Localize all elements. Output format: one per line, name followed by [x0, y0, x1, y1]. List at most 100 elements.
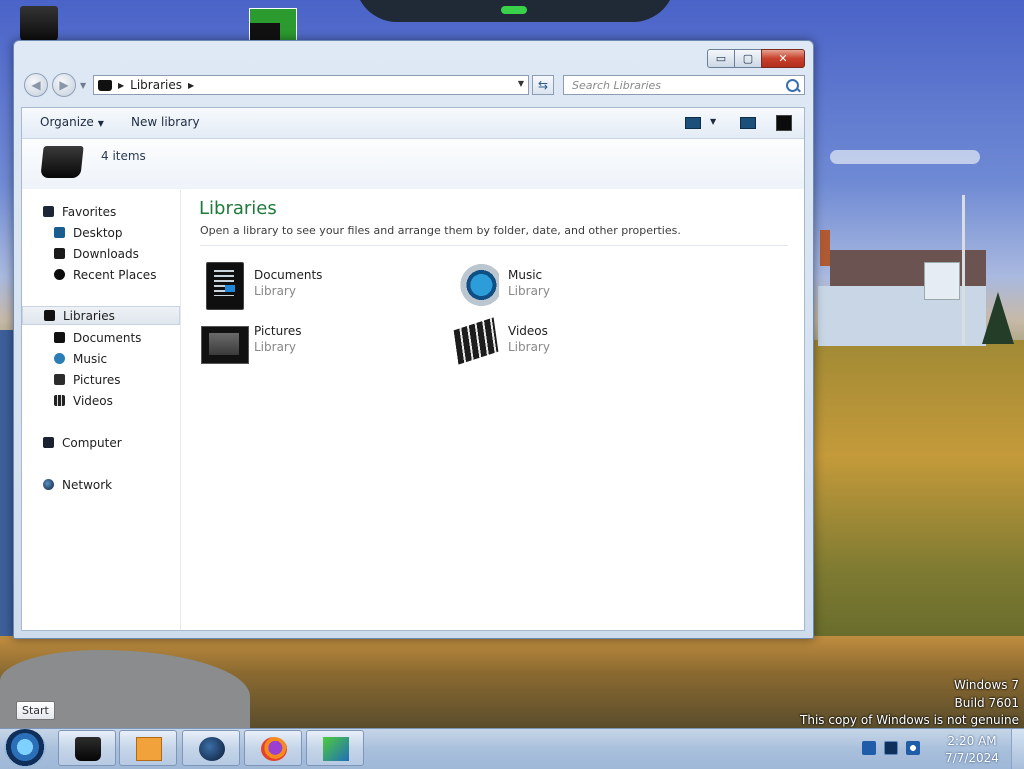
- system-clock[interactable]: 2:20 AM 7/7/2024: [936, 733, 1008, 767]
- new-library-button[interactable]: New library: [131, 115, 200, 129]
- sidebar-item-label: Documents: [73, 330, 142, 345]
- maximize-button[interactable]: ▢: [734, 49, 762, 68]
- breadcrumb-libraries[interactable]: Libraries: [130, 78, 182, 92]
- close-button[interactable]: ✕: [761, 49, 805, 68]
- chevron-down-icon: ▼: [97, 119, 104, 128]
- action-center-icon[interactable]: [862, 741, 876, 755]
- change-view-icon[interactable]: [685, 117, 701, 129]
- desktop-icon: [54, 227, 65, 238]
- start-button[interactable]: [4, 729, 46, 769]
- sidebar-item-computer[interactable]: Computer: [22, 433, 180, 452]
- taskbar-globe-button[interactable]: [182, 730, 240, 766]
- library-name: Videos: [508, 324, 548, 338]
- forward-arrow-icon: ▶: [59, 78, 69, 92]
- taskbar-media-player-button[interactable]: [119, 730, 177, 766]
- wallpaper-tree: [982, 292, 1014, 344]
- sidebar-item-documents[interactable]: Documents: [22, 328, 180, 347]
- dock-indicator: [501, 6, 527, 14]
- back-button[interactable]: ◀: [24, 73, 48, 97]
- address-bar[interactable]: ▶ Libraries ▶ ▼: [93, 75, 529, 95]
- back-arrow-icon: ◀: [31, 78, 41, 92]
- preview-pane-icon[interactable]: [740, 117, 756, 129]
- wallpaper-flagpole: [962, 195, 965, 345]
- library-type: Library: [254, 340, 296, 354]
- search-icon[interactable]: [786, 79, 799, 92]
- sidebar-item-libraries[interactable]: Libraries: [22, 306, 180, 325]
- wallpaper-cloud: [830, 150, 980, 164]
- organize-button[interactable]: Organize ▼: [40, 115, 104, 129]
- sidebar-item-favorites[interactable]: Favorites: [22, 202, 180, 221]
- videos-library-icon: [453, 317, 499, 365]
- media-player-icon: [136, 737, 162, 761]
- sidebar-item-label: Desktop: [73, 225, 123, 240]
- navigation-bar: ◀ ▶ ▼ ▶ Libraries ▶ ▼ ⇆: [22, 73, 807, 99]
- divider: [200, 245, 788, 246]
- library-type: Library: [508, 284, 550, 298]
- network-icon: [43, 479, 54, 490]
- refresh-button[interactable]: ⇆: [532, 75, 554, 95]
- help-icon[interactable]: [776, 115, 792, 131]
- start-tooltip: Start: [16, 701, 55, 720]
- sidebar-item-music[interactable]: Music: [22, 349, 180, 368]
- documents-icon: [54, 332, 65, 343]
- network-tray-icon[interactable]: [884, 741, 898, 755]
- house-chimney: [820, 230, 830, 266]
- search-box[interactable]: [563, 75, 805, 95]
- volume-icon[interactable]: [906, 741, 920, 755]
- sidebar-item-desktop[interactable]: Desktop: [22, 223, 180, 242]
- sidebar-item-label: Pictures: [73, 372, 121, 387]
- library-pictures[interactable]: Pictures Library: [201, 318, 421, 368]
- libraries-small-icon: [98, 79, 112, 91]
- taskbar-explorer-button[interactable]: [58, 730, 116, 766]
- recent-pages-dropdown[interactable]: ▼: [80, 81, 86, 90]
- taskbar: 2:20 AM 7/7/2024: [0, 728, 1024, 769]
- top-dock-widget[interactable]: [355, 0, 675, 22]
- page-description: Open a library to see your files and arr…: [200, 224, 681, 237]
- minimize-button[interactable]: ▭: [707, 49, 735, 68]
- pictures-icon: [54, 374, 65, 385]
- watermark-build: Build 7601: [954, 695, 1019, 710]
- music-library-icon: [455, 262, 499, 308]
- title-bar[interactable]: ▭ ▢ ✕: [14, 41, 813, 69]
- forward-button[interactable]: ▶: [52, 73, 76, 97]
- show-desktop-button[interactable]: [1011, 729, 1024, 769]
- sidebar-item-label: Libraries: [63, 308, 115, 323]
- sidebar-item-pictures[interactable]: Pictures: [22, 370, 180, 389]
- sidebar-item-videos[interactable]: Videos: [22, 391, 180, 410]
- breadcrumb-chevron-icon[interactable]: ▶: [188, 81, 194, 90]
- globe-icon: [199, 737, 225, 761]
- library-music[interactable]: Music Library: [455, 262, 675, 312]
- taskbar-app-button[interactable]: [306, 730, 364, 766]
- windows-explorer-icon: [75, 737, 101, 761]
- clock-date: 7/7/2024: [945, 751, 999, 765]
- sidebar-item-label: Downloads: [73, 246, 139, 261]
- downloads-icon: [54, 248, 65, 259]
- page-title: Libraries: [199, 198, 277, 219]
- desktop-app-icon[interactable]: [249, 8, 297, 42]
- computer-icon: [43, 437, 54, 448]
- library-documents[interactable]: Documents Library: [201, 262, 421, 312]
- sidebar-item-recent-places[interactable]: Recent Places: [22, 265, 180, 284]
- sidebar-item-downloads[interactable]: Downloads: [22, 244, 180, 263]
- navigation-pane: Favorites Desktop Downloads Recent Place…: [22, 190, 181, 630]
- library-name: Documents: [254, 268, 323, 282]
- sidebar-item-label: Recent Places: [73, 267, 157, 282]
- search-input[interactable]: [570, 77, 782, 93]
- firefox-icon: [261, 737, 287, 761]
- library-videos[interactable]: Videos Library: [453, 317, 675, 368]
- sidebar-item-label: Videos: [73, 393, 113, 408]
- explorer-window: ▭ ▢ ✕ ◀ ▶ ▼ ▶ Libraries ▶ ▼ ⇆ Organize▼ …: [13, 40, 814, 639]
- caption-buttons: ▭ ▢ ✕: [707, 49, 805, 68]
- library-name: Pictures: [254, 324, 302, 338]
- sidebar-item-label: Music: [73, 351, 108, 366]
- command-bar: Organize ▼ New library ▼: [22, 108, 804, 139]
- breadcrumb-chevron-icon[interactable]: ▶: [118, 81, 124, 90]
- details-header: 4 items: [22, 139, 804, 189]
- documents-library-icon: [206, 262, 244, 310]
- recycle-bin-desktop-icon[interactable]: [20, 6, 58, 42]
- taskbar-firefox-button[interactable]: [244, 730, 302, 766]
- address-dropdown-icon[interactable]: ▼: [518, 79, 524, 88]
- sidebar-item-network[interactable]: Network: [22, 475, 180, 494]
- view-options-dropdown-icon[interactable]: ▼: [710, 117, 716, 126]
- wallpaper-house: [818, 230, 986, 346]
